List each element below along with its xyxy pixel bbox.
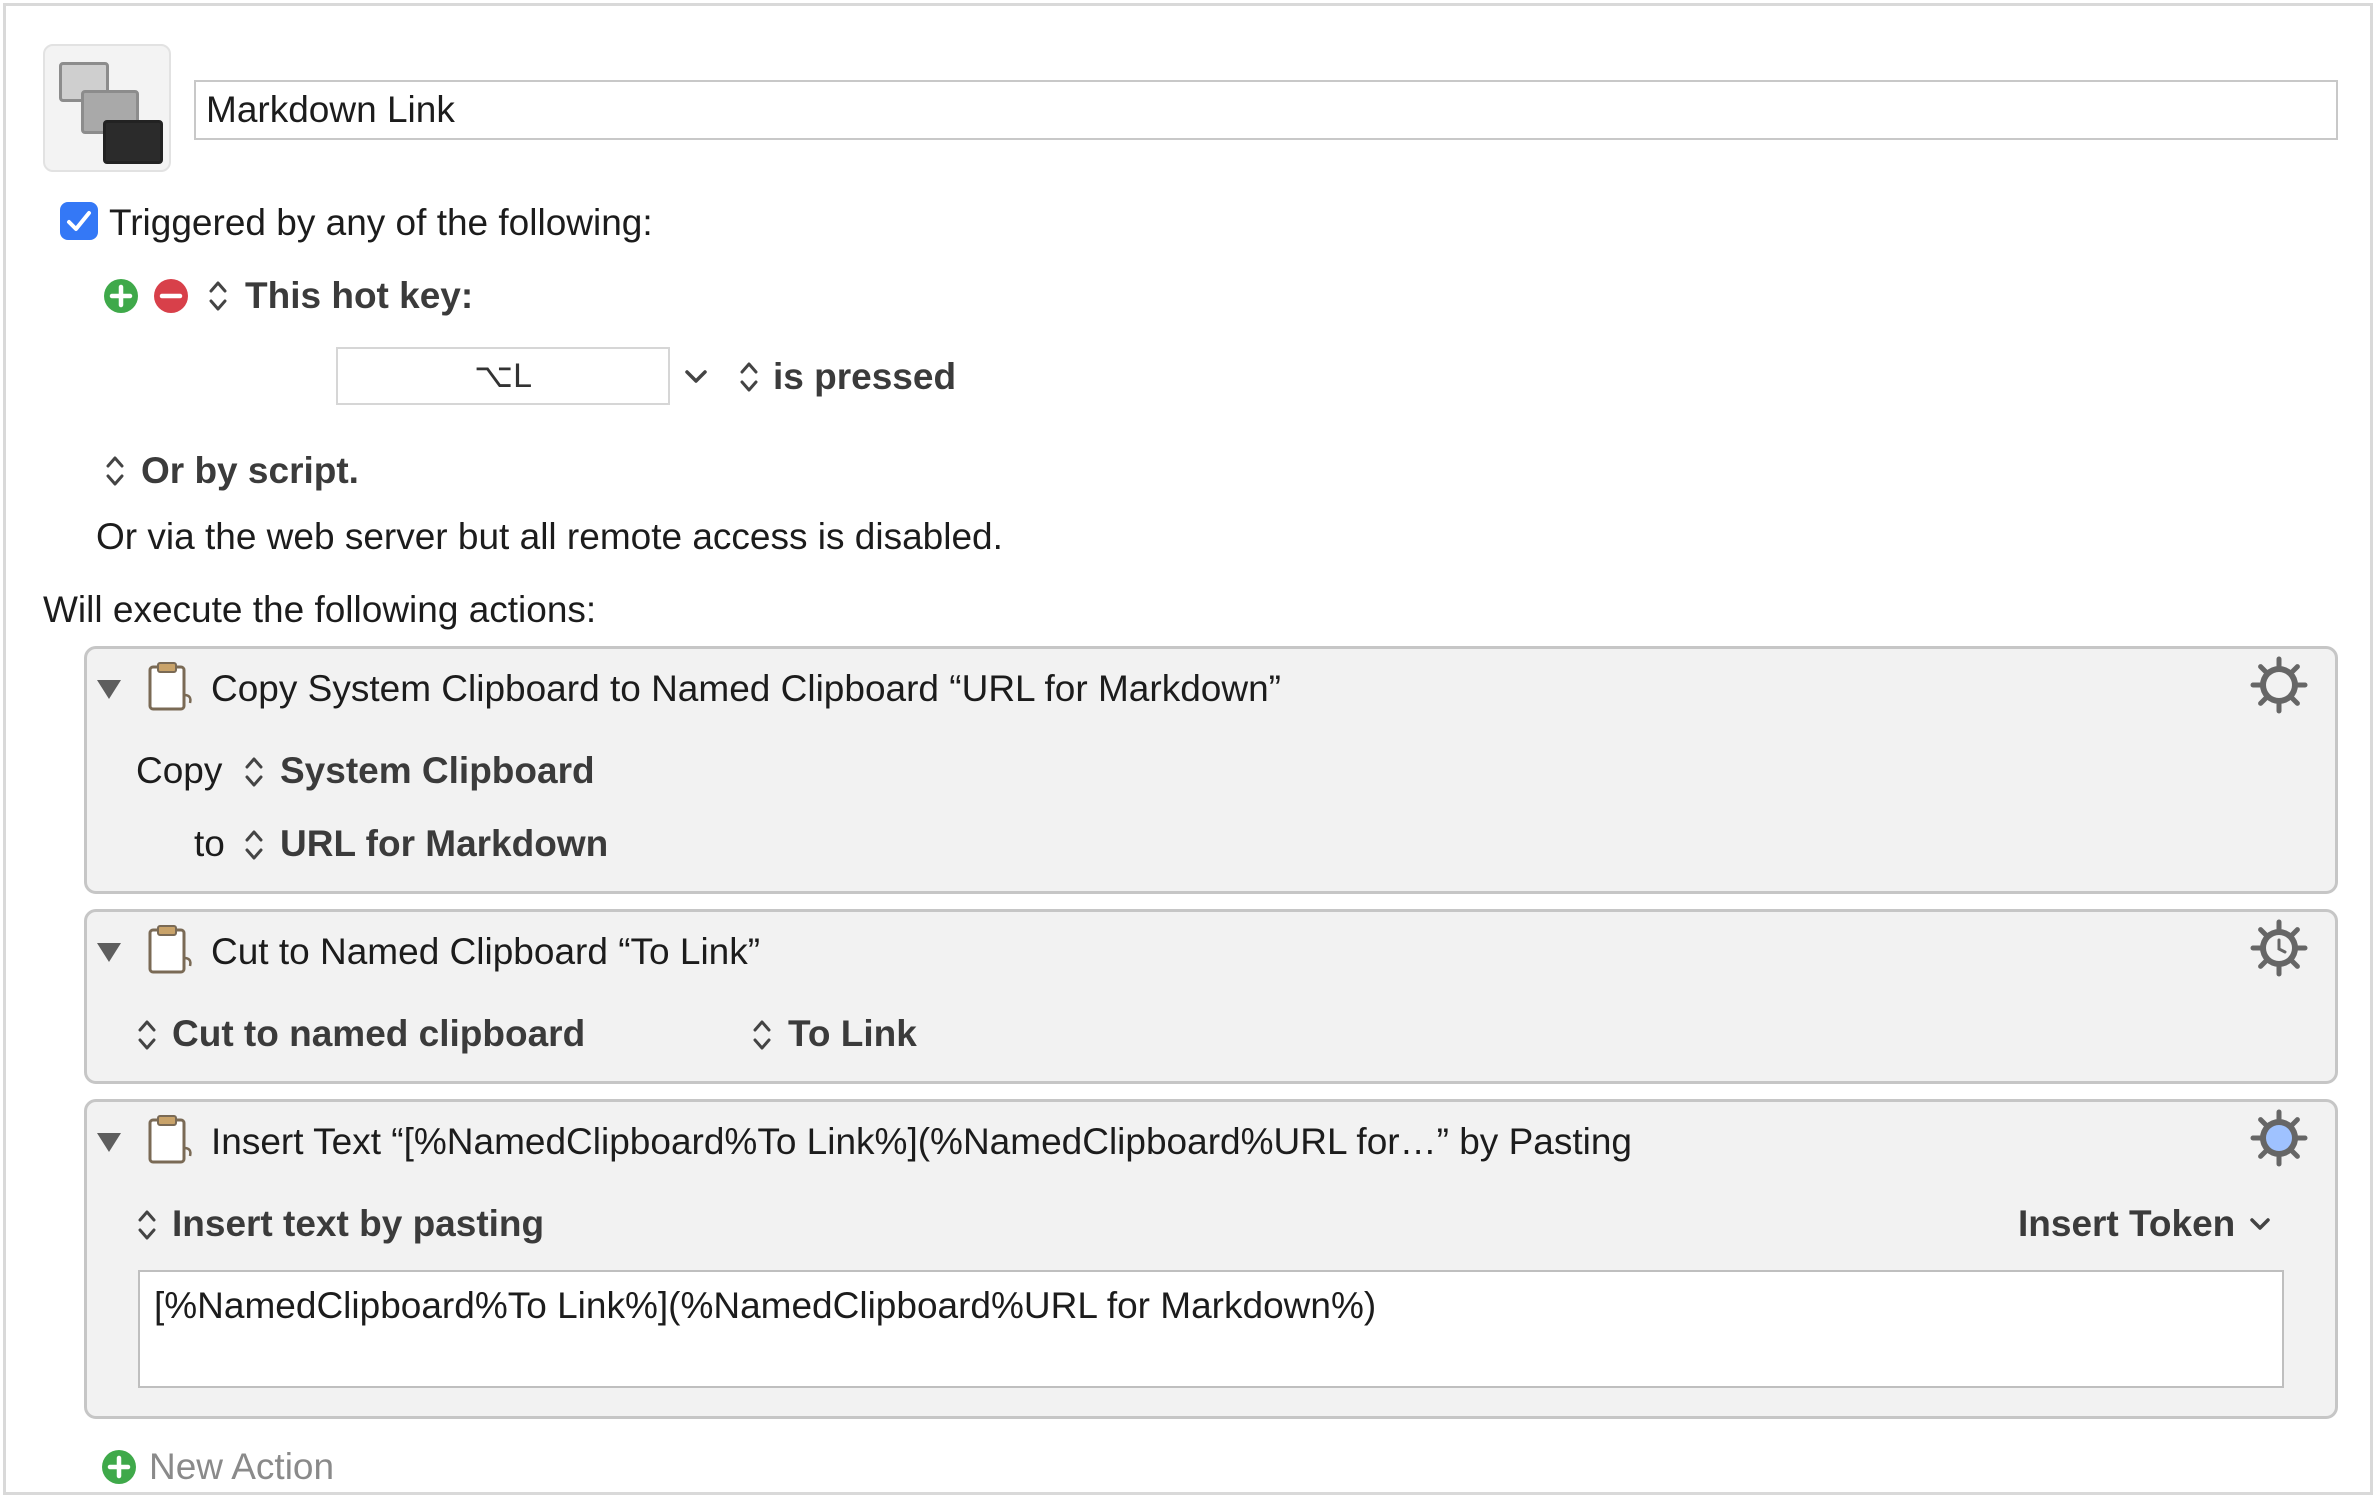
updown-chevron-icon[interactable] [244,752,264,792]
new-action-button[interactable]: New Action [149,1445,334,1489]
triggers-header: Triggered by any of the following: [109,202,653,243]
new-action-add-icon[interactable] [102,1450,136,1484]
script-trigger-label[interactable]: Or by script. [141,449,359,493]
window-stack-icon-front [103,120,163,164]
plus-icon [109,284,133,308]
triggered-checkbox[interactable] [60,202,98,240]
updown-chevron-icon[interactable] [208,276,228,316]
named-clipboard-popup[interactable]: To Link [788,1012,917,1056]
updown-chevron-icon[interactable] [739,357,759,397]
updown-chevron-icon[interactable] [137,1205,157,1245]
disclosure-triangle-icon[interactable] [96,941,122,963]
clipboard-icon [148,1115,192,1164]
actions-header: Will execute the following actions: [43,589,597,630]
clipboard-icon [148,925,192,974]
macro-name-field[interactable]: Markdown Link [194,80,2338,140]
macro-editor-window: Markdown Link Triggered by any of the fo… [3,3,2373,1495]
updown-chevron-icon[interactable] [244,825,264,865]
hotkey-condition[interactable]: is pressed [773,355,956,399]
source-clipboard-popup[interactable]: System Clipboard [280,749,595,793]
updown-chevron-icon[interactable] [105,451,125,491]
insert-token-menu[interactable]: Insert Token [2018,1202,2235,1246]
action-title: Cut to Named Clipboard “To Link” [211,931,761,972]
action-title: Insert Text “[%NamedClipboard%To Link%](… [211,1121,1632,1162]
gear-icon[interactable] [2250,656,2308,714]
chevron-down-icon[interactable] [684,368,708,386]
remove-trigger-button[interactable] [154,279,188,313]
action-title: Copy System Clipboard to Named Clipboard… [211,668,1281,709]
minus-icon [159,293,183,299]
disclosure-triangle-icon[interactable] [96,1131,122,1153]
insert-mode-popup[interactable]: Insert text by pasting [172,1202,544,1246]
plus-icon [107,1455,131,1479]
gear-clock-icon[interactable] [2250,919,2308,977]
gear-icon-active[interactable] [2250,1109,2308,1167]
disclosure-triangle-icon[interactable] [96,678,122,700]
insert-text-field[interactable]: [%NamedClipboard%To Link%](%NamedClipboa… [138,1270,2284,1388]
checkmark-icon [67,211,91,231]
updown-chevron-icon[interactable] [137,1015,157,1055]
macro-icon[interactable] [43,44,171,172]
add-trigger-button[interactable] [104,279,138,313]
to-label: to [194,823,225,864]
destination-clipboard-popup[interactable]: URL for Markdown [280,822,608,866]
clipboard-icon [148,662,192,711]
web-server-text: Or via the web server but all remote acc… [96,516,1003,557]
updown-chevron-icon[interactable] [752,1015,772,1055]
chevron-down-icon[interactable] [2249,1216,2271,1232]
hotkey-field[interactable]: ⌥L [336,347,670,405]
hotkey-trigger-label[interactable]: This hot key: [245,274,473,318]
cut-mode-popup[interactable]: Cut to named clipboard [172,1012,585,1056]
copy-label: Copy [136,750,223,791]
